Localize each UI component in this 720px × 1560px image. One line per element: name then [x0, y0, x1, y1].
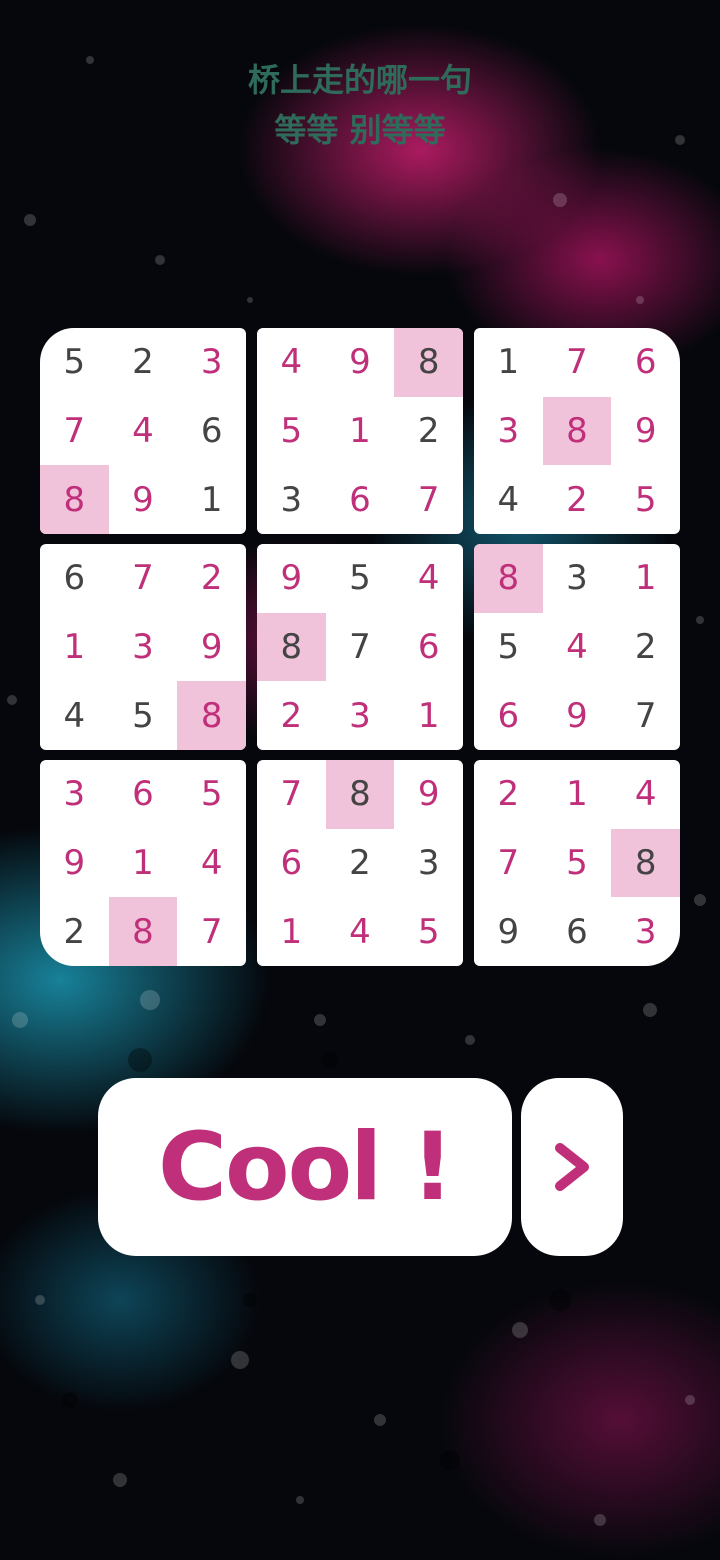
sudoku-cell[interactable]: 3 — [109, 613, 178, 682]
sudoku-box: 214758963 — [474, 760, 680, 966]
sudoku-cell[interactable]: 8 — [394, 328, 463, 397]
sudoku-cell[interactable]: 9 — [543, 681, 612, 750]
next-button[interactable] — [521, 1078, 623, 1256]
sudoku-cell[interactable]: 5 — [40, 328, 109, 397]
sudoku-cell[interactable]: 9 — [474, 897, 543, 966]
sudoku-cell[interactable]: 6 — [394, 613, 463, 682]
sudoku-box: 954876231 — [257, 544, 463, 750]
sudoku-box: 176389425 — [474, 328, 680, 534]
sudoku-cell[interactable]: 6 — [611, 328, 680, 397]
sudoku-cell[interactable]: 7 — [177, 897, 246, 966]
sudoku-cell[interactable]: 9 — [394, 760, 463, 829]
sudoku-cell[interactable]: 7 — [40, 397, 109, 466]
chevron-right-icon — [555, 1143, 589, 1191]
sudoku-cell[interactable]: 3 — [543, 544, 612, 613]
sudoku-cell[interactable]: 6 — [109, 760, 178, 829]
sudoku-cell[interactable]: 4 — [326, 897, 395, 966]
sudoku-cell[interactable]: 5 — [611, 465, 680, 534]
sudoku-cell[interactable]: 1 — [177, 465, 246, 534]
sudoku-box: 498512367 — [257, 328, 463, 534]
cool-button[interactable]: Cool ! — [98, 1078, 512, 1256]
sudoku-cell[interactable]: 2 — [394, 397, 463, 466]
sudoku-cell[interactable]: 8 — [40, 465, 109, 534]
sudoku-cell[interactable]: 4 — [177, 829, 246, 898]
sudoku-cell[interactable]: 5 — [257, 397, 326, 466]
sudoku-cell[interactable]: 4 — [109, 397, 178, 466]
sudoku-box: 365914287 — [40, 760, 246, 966]
sudoku-cell[interactable]: 1 — [394, 681, 463, 750]
sudoku-cell[interactable]: 4 — [40, 681, 109, 750]
sudoku-cell[interactable]: 1 — [40, 613, 109, 682]
sudoku-cell[interactable]: 5 — [109, 681, 178, 750]
sudoku-cell[interactable]: 1 — [109, 829, 178, 898]
sudoku-cell[interactable]: 5 — [474, 613, 543, 682]
sudoku-cell[interactable]: 7 — [611, 681, 680, 750]
sudoku-cell[interactable]: 9 — [40, 829, 109, 898]
sudoku-box: 672139458 — [40, 544, 246, 750]
sudoku-cell[interactable]: 8 — [108, 897, 178, 966]
sudoku-cell[interactable]: 2 — [474, 760, 543, 829]
sudoku-box: 789623145 — [257, 760, 463, 966]
sudoku-box: 831542697 — [474, 544, 680, 750]
sudoku-cell[interactable]: 5 — [543, 829, 612, 898]
sudoku-cell[interactable]: 1 — [326, 397, 395, 466]
sudoku-cell[interactable]: 1 — [474, 328, 543, 397]
sudoku-cell[interactable]: 4 — [394, 544, 463, 613]
sudoku-cell[interactable]: 7 — [326, 613, 395, 682]
sudoku-cell[interactable]: 5 — [177, 760, 246, 829]
sudoku-cell[interactable]: 1 — [257, 897, 326, 966]
sudoku-cell[interactable]: 6 — [177, 397, 246, 466]
sudoku-cell[interactable]: 6 — [40, 544, 109, 613]
sudoku-cell[interactable]: 3 — [326, 681, 395, 750]
sudoku-cell[interactable]: 8 — [177, 681, 246, 750]
sudoku-cell[interactable]: 9 — [326, 328, 395, 397]
sudoku-cell[interactable]: 2 — [177, 544, 246, 613]
lyrics-line-1: 桥上走的哪一句 — [247, 61, 472, 99]
sudoku-cell[interactable]: 4 — [611, 760, 680, 829]
sudoku-board: 5237468914985123671763894256721394589548… — [40, 328, 680, 966]
sudoku-cell[interactable]: 8 — [257, 612, 326, 682]
lyrics-line-2: 等等 别等等 — [274, 111, 446, 149]
sudoku-cell[interactable]: 7 — [543, 328, 612, 397]
sudoku-cell[interactable]: 6 — [326, 465, 395, 534]
sudoku-cell[interactable]: 3 — [394, 829, 463, 898]
sudoku-cell[interactable]: 4 — [474, 465, 543, 534]
sudoku-cell[interactable]: 1 — [611, 544, 680, 613]
lyrics-overlay: 桥上走的哪一句 等等 别等等 — [0, 55, 720, 155]
sudoku-cell[interactable]: 9 — [109, 465, 178, 534]
sudoku-cell[interactable]: 7 — [109, 544, 178, 613]
sudoku-cell[interactable]: 7 — [257, 760, 326, 829]
sudoku-cell[interactable]: 6 — [257, 829, 326, 898]
sudoku-cell[interactable]: 2 — [109, 328, 178, 397]
sudoku-cell[interactable]: 5 — [326, 544, 395, 613]
sudoku-cell[interactable]: 1 — [543, 760, 612, 829]
sudoku-cell[interactable]: 2 — [611, 613, 680, 682]
sudoku-cell[interactable]: 8 — [474, 544, 543, 613]
sudoku-cell[interactable]: 3 — [177, 328, 246, 397]
sudoku-cell[interactable]: 2 — [40, 897, 109, 966]
sudoku-cell[interactable]: 3 — [257, 465, 326, 534]
sudoku-cell[interactable]: 7 — [474, 829, 543, 898]
sudoku-cell[interactable]: 9 — [611, 397, 680, 466]
sudoku-cell[interactable]: 9 — [257, 544, 326, 613]
sudoku-box: 523746891 — [40, 328, 246, 534]
sudoku-cell[interactable]: 5 — [394, 897, 463, 966]
sudoku-cell[interactable]: 2 — [543, 465, 612, 534]
sudoku-cell[interactable]: 2 — [326, 829, 395, 898]
sudoku-cell[interactable]: 3 — [40, 760, 109, 829]
sudoku-cell[interactable]: 4 — [543, 613, 612, 682]
sudoku-cell[interactable]: 3 — [474, 397, 543, 466]
sudoku-cell[interactable]: 2 — [257, 681, 326, 750]
sudoku-cell[interactable]: 8 — [611, 828, 680, 898]
sudoku-cell[interactable]: 4 — [257, 328, 326, 397]
sudoku-cell[interactable]: 9 — [177, 613, 246, 682]
cool-button-label: Cool ! — [158, 1112, 454, 1222]
sudoku-cell[interactable]: 6 — [543, 897, 612, 966]
sudoku-cell[interactable]: 8 — [542, 396, 612, 466]
sudoku-cell[interactable]: 8 — [325, 760, 395, 829]
sudoku-cell[interactable]: 6 — [474, 681, 543, 750]
sudoku-cell[interactable]: 7 — [394, 465, 463, 534]
sudoku-cell[interactable]: 3 — [611, 897, 680, 966]
